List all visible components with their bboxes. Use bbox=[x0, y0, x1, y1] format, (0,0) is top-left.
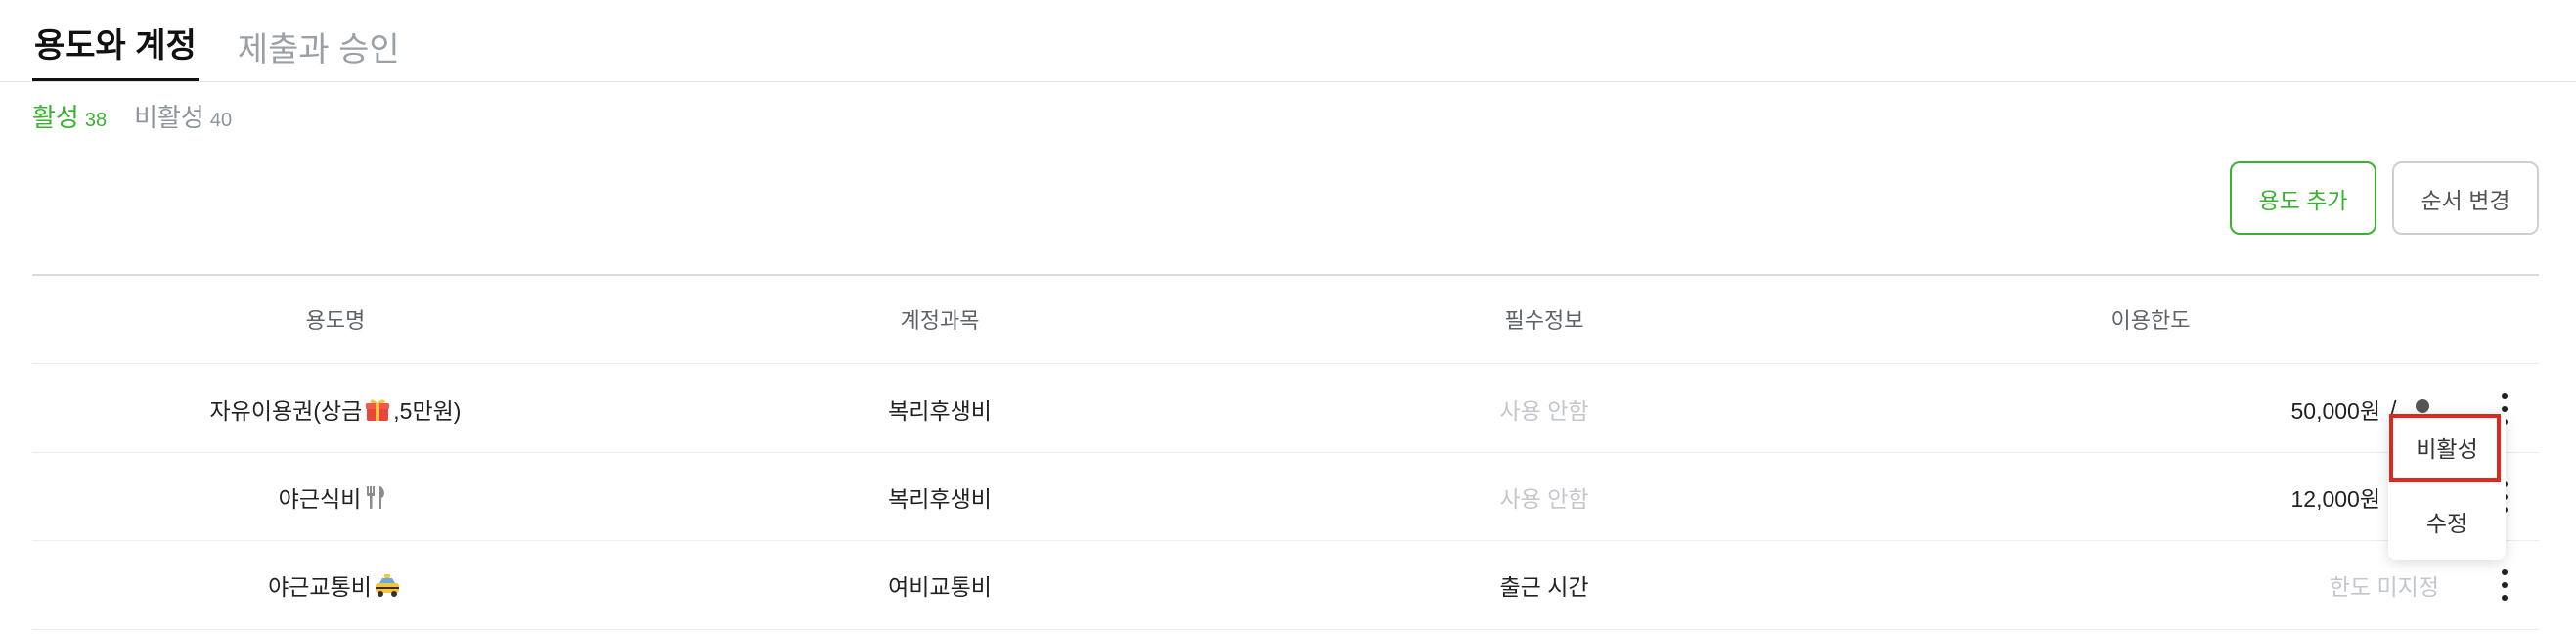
gift-icon bbox=[366, 399, 390, 421]
row-divider bbox=[32, 452, 2539, 453]
row-divider bbox=[32, 540, 2539, 541]
table-row-1-required: 사용 안함 bbox=[1499, 398, 1589, 424]
fork-knife-icon bbox=[367, 486, 385, 509]
taxi-icon bbox=[375, 574, 399, 597]
reorder-button[interactable]: 순서 변경 bbox=[2392, 161, 2539, 235]
filter-inactive-count: 40 bbox=[209, 110, 233, 131]
header-account: 계정과목 bbox=[900, 308, 980, 333]
table-row-2-account: 복리후생비 bbox=[888, 486, 992, 512]
table-row-3-limit: 한도 미지정 bbox=[2329, 574, 2439, 600]
filter-active[interactable]: 활성 38 bbox=[32, 98, 107, 134]
row-3-name-text: 야근교통비 bbox=[268, 574, 372, 600]
row-3-more-icon[interactable] bbox=[2497, 566, 2512, 605]
row-divider bbox=[32, 363, 2539, 364]
table-row-3-name: 야근교통비 bbox=[32, 560, 639, 611]
filter-active-label: 활성 bbox=[32, 103, 79, 132]
tab-divider bbox=[0, 81, 2576, 82]
status-filter: 활성 38 비활성 40 bbox=[32, 98, 259, 134]
menu-item-edit[interactable]: 수정 bbox=[2388, 489, 2506, 554]
table-top-border bbox=[32, 274, 2539, 276]
tab-submit-approval[interactable]: 제출과 승인 bbox=[236, 33, 402, 82]
table-row-3-required: 출근 시간 bbox=[1499, 574, 1589, 600]
filter-active-count: 38 bbox=[84, 110, 108, 131]
filter-inactive[interactable]: 비활성 40 bbox=[134, 98, 232, 134]
filter-inactive-label: 비활성 bbox=[134, 103, 204, 132]
row-2-name-text: 야근식비 bbox=[278, 486, 362, 512]
table-row-2-required: 사용 안함 bbox=[1499, 486, 1589, 512]
table-row-1-account: 복리후생비 bbox=[888, 398, 992, 424]
table-row-3-account: 여비교통비 bbox=[888, 574, 992, 600]
row-divider bbox=[32, 629, 2539, 630]
row-context-menu: 비활성 수정 bbox=[2388, 413, 2506, 560]
row-1-name-suffix: ,5만원) bbox=[393, 398, 462, 424]
table-row-2-limit: 12,000원 bbox=[2290, 486, 2380, 512]
header-usage-name: 용도명 bbox=[305, 308, 366, 333]
table-row-1-limit: 50,000원 bbox=[2290, 398, 2380, 424]
cursor-dot bbox=[2416, 399, 2429, 413]
table-row-1-name: 자유이용권(상금 ,5만원) bbox=[32, 384, 639, 434]
tab-usage-account[interactable]: 용도와 계정 bbox=[32, 29, 199, 82]
header-limit: 이용한도 bbox=[2110, 308, 2191, 333]
table-row-2-name: 야근식비 bbox=[32, 472, 639, 522]
add-usage-button[interactable]: 용도 추가 bbox=[2230, 161, 2376, 235]
header-required-info: 필수정보 bbox=[1504, 308, 1584, 333]
row-1-name-text: 자유이용권(상금 bbox=[209, 398, 363, 424]
menu-item-deactivate[interactable]: 비활성 bbox=[2388, 415, 2506, 479]
tab-bar: 용도와 계정 제출과 승인 bbox=[32, 0, 439, 82]
